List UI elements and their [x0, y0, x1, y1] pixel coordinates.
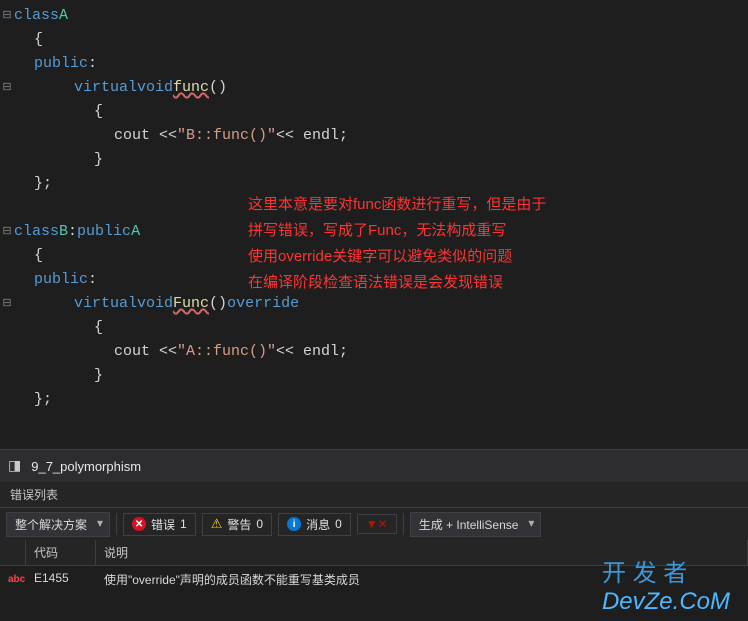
fold-toggle: [0, 196, 14, 220]
code-line[interactable]: ⊟ virtual void func(): [0, 76, 748, 100]
token-punct: cout <<: [114, 340, 177, 364]
filter-icon: ▼✕: [366, 517, 388, 531]
token-cls: B: [59, 220, 68, 244]
fold-toggle: [0, 364, 14, 388]
clear-filter[interactable]: ▼✕: [357, 514, 397, 534]
token-kw: virtual: [74, 292, 137, 316]
panel-title: 错误列表: [0, 482, 748, 508]
token-punct: }: [94, 364, 103, 388]
info-icon: i: [287, 517, 301, 531]
token-punct: << endl;: [276, 124, 348, 148]
document-tab-bar: ◨ 9_7_polymorphism: [0, 449, 748, 482]
messages-label: 消息: [306, 516, 330, 533]
warnings-label: 警告: [227, 516, 251, 533]
error-list-toolbar: 整个解决方案 ✕ 错误 1 ⚠ 警告 0 i 消息 0 ▼✕ 生成 + Inte…: [0, 508, 748, 540]
code-line[interactable]: }: [0, 148, 748, 172]
fold-toggle: [0, 52, 14, 76]
fold-toggle[interactable]: ⊟: [0, 292, 14, 316]
token-fn: func: [173, 76, 209, 100]
fold-toggle: [0, 340, 14, 364]
fold-toggle: [0, 148, 14, 172]
token-kw: class: [14, 4, 59, 28]
token-punct: :: [68, 220, 77, 244]
token-str: "A::func()": [177, 340, 276, 364]
header-icon[interactable]: [0, 540, 26, 565]
code-line[interactable]: {: [0, 100, 748, 124]
header-desc[interactable]: 说明: [96, 540, 748, 565]
token-punct: :: [88, 268, 97, 292]
fold-toggle: [0, 316, 14, 340]
fold-toggle: [0, 172, 14, 196]
fold-toggle[interactable]: ⊟: [0, 4, 14, 28]
vs-file-icon: ◨: [8, 458, 21, 475]
scope-combo[interactable]: 整个解决方案: [6, 512, 110, 537]
error-description: 使用"override"声明的成员函数不能重写基类成员: [96, 566, 748, 593]
build-source-combo[interactable]: 生成 + IntelliSense: [410, 512, 542, 537]
code-editor[interactable]: ⊟class A{public:⊟virtual void func(){cou…: [0, 0, 748, 449]
token-kw: class: [14, 220, 59, 244]
token-punct: };: [34, 388, 52, 412]
token-punct: cout <<: [114, 124, 177, 148]
tab-label[interactable]: 9_7_polymorphism: [31, 459, 141, 474]
token-punct: (): [209, 76, 227, 100]
fold-toggle: [0, 28, 14, 52]
divider: [116, 513, 117, 535]
token-cls: A: [59, 4, 68, 28]
token-punct: }: [94, 148, 103, 172]
code-line[interactable]: };: [0, 388, 748, 412]
error-row[interactable]: abcE1455使用"override"声明的成员函数不能重写基类成员开 发 者…: [0, 566, 748, 593]
token-punct: {: [34, 244, 43, 268]
error-grid-header: 代码 说明: [0, 540, 748, 566]
header-code[interactable]: 代码: [26, 540, 96, 565]
token-punct: {: [94, 316, 103, 340]
fold-toggle[interactable]: ⊟: [0, 76, 14, 100]
token-kw: void: [137, 292, 173, 316]
warnings-filter[interactable]: ⚠ 警告 0: [202, 513, 272, 536]
error-code[interactable]: E1455: [26, 566, 96, 593]
token-punct: };: [34, 172, 52, 196]
code-annotation: 这里本意是要对func函数进行重写，但是由于拼写错误，写成了Func，无法构成重…: [248, 192, 546, 296]
fold-toggle: [0, 100, 14, 124]
intellisense-icon: abc: [8, 574, 25, 585]
code-line[interactable]: {: [0, 316, 748, 340]
warning-icon: ⚠: [211, 516, 223, 532]
fold-toggle: [0, 244, 14, 268]
fold-toggle[interactable]: ⊟: [0, 220, 14, 244]
code-line[interactable]: ⊟class A: [0, 4, 748, 28]
warnings-count: 0: [256, 517, 263, 531]
code-line[interactable]: cout << "A::func()" << endl;: [0, 340, 748, 364]
errors-count: 1: [180, 517, 187, 531]
token-punct: << endl;: [276, 340, 348, 364]
token-fn: Func: [173, 292, 209, 316]
code-line[interactable]: {: [0, 28, 748, 52]
error-icon: ✕: [132, 517, 146, 531]
token-kw: void: [137, 76, 173, 100]
token-cls: A: [131, 220, 140, 244]
fold-toggle: [0, 268, 14, 292]
fold-toggle: [0, 124, 14, 148]
token-str: "B::func()": [177, 124, 276, 148]
token-punct: (): [209, 292, 227, 316]
errors-label: 错误: [151, 516, 175, 533]
errors-filter[interactable]: ✕ 错误 1: [123, 513, 196, 536]
code-line[interactable]: }: [0, 364, 748, 388]
token-kw: public: [34, 52, 88, 76]
messages-filter[interactable]: i 消息 0: [278, 513, 351, 536]
messages-count: 0: [335, 517, 342, 531]
code-line[interactable]: cout << "B::func()" << endl;: [0, 124, 748, 148]
token-punct: {: [34, 28, 43, 52]
token-kw: virtual: [74, 76, 137, 100]
code-line[interactable]: public:: [0, 52, 748, 76]
fold-toggle: [0, 388, 14, 412]
token-punct: :: [88, 52, 97, 76]
token-punct: {: [94, 100, 103, 124]
token-kw: public: [77, 220, 131, 244]
divider: [403, 513, 404, 535]
token-kw: public: [34, 268, 88, 292]
